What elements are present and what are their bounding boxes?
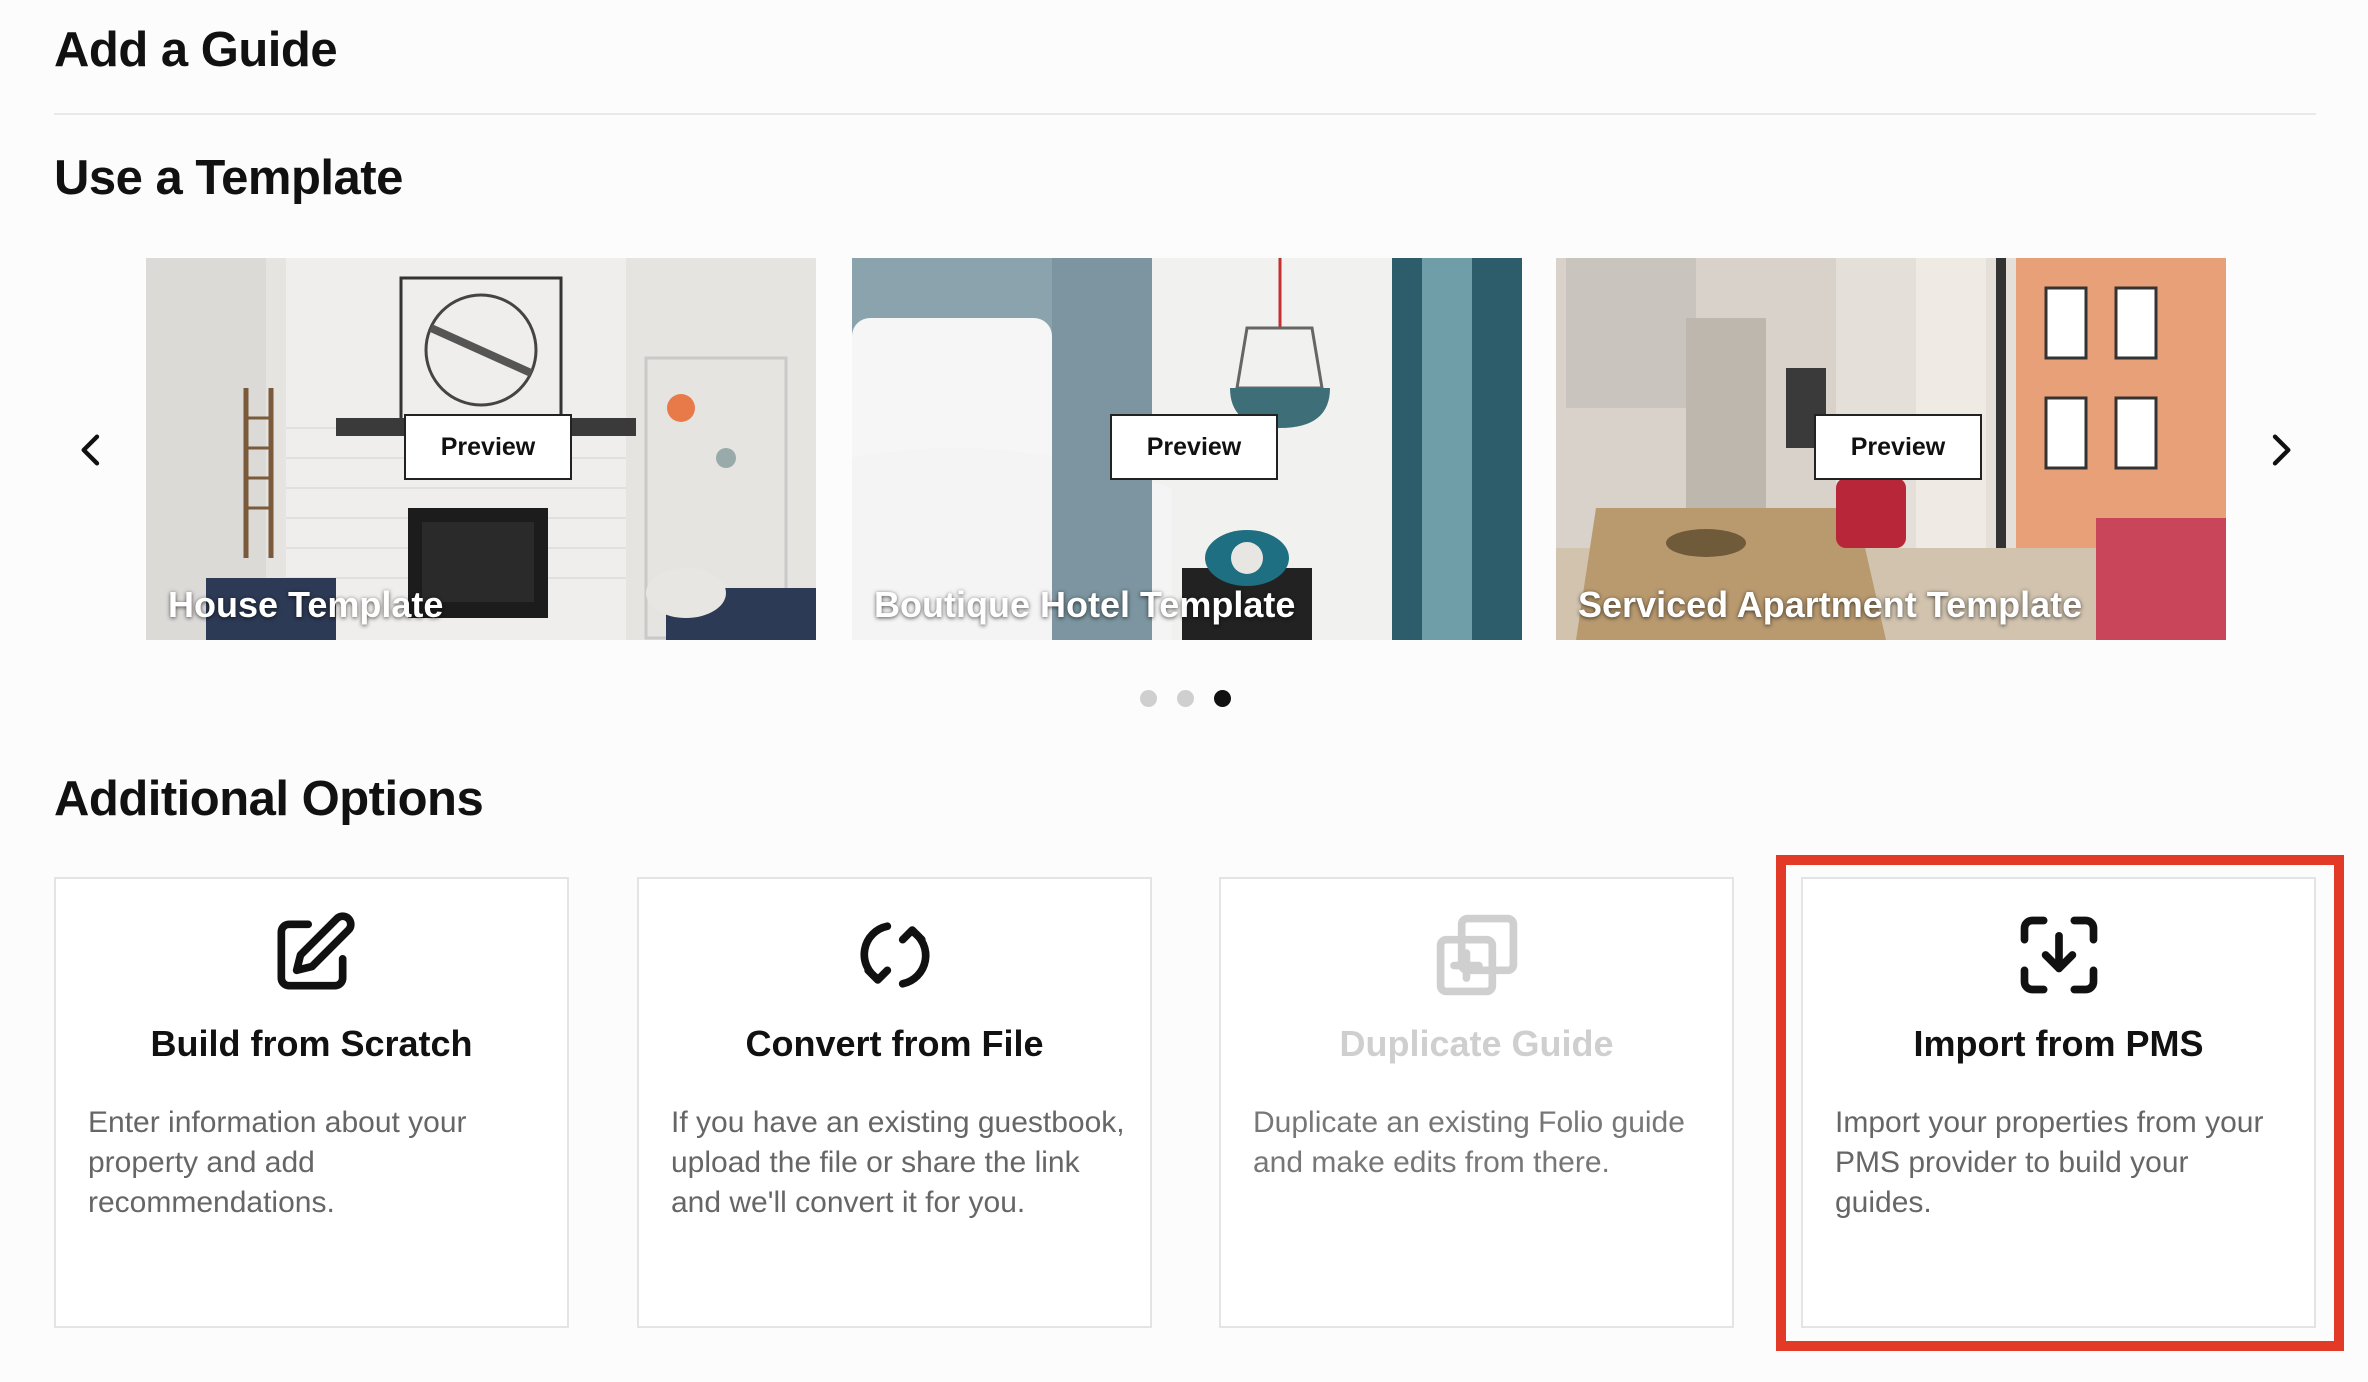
carousel-dot-2[interactable]: [1177, 690, 1194, 707]
carousel-next-button[interactable]: [2250, 420, 2310, 480]
option-title: Duplicate Guide: [1339, 1023, 1614, 1064]
page-title: Add a Guide: [54, 23, 338, 77]
chevron-left-icon: [81, 434, 100, 466]
option-description: Enter information about your property an…: [88, 1106, 467, 1219]
preview-button[interactable]: Preview: [1110, 414, 1278, 480]
option-description: Import your properties from your PMS pro…: [1835, 1106, 2264, 1219]
option-description: Duplicate an existing Folio guide and ma…: [1253, 1106, 1685, 1179]
template-card-serviced-apartment[interactable]: Preview Serviced Apartment Template: [1556, 258, 2226, 640]
option-title: Build from Scratch: [150, 1023, 473, 1064]
convert-icon: [849, 909, 941, 1001]
divider: [54, 113, 2316, 115]
option-import-from-pms[interactable]: Import from PMS Import your properties f…: [1801, 877, 2316, 1328]
carousel-dot-1[interactable]: [1140, 690, 1157, 707]
preview-button[interactable]: Preview: [404, 414, 572, 480]
template-card-label: Boutique Hotel Template: [874, 584, 1296, 625]
template-card-house[interactable]: Preview House Template: [146, 258, 816, 640]
template-card-boutique-hotel[interactable]: Preview Boutique Hotel Template: [852, 258, 1522, 640]
template-card-label: Serviced Apartment Template: [1578, 584, 2083, 625]
option-duplicate-guide: Duplicate Guide Duplicate an existing Fo…: [1219, 877, 1734, 1328]
template-card-label: House Template: [168, 584, 444, 625]
option-convert-from-file[interactable]: Convert from File If you have an existin…: [637, 877, 1152, 1328]
edit-icon: [266, 909, 358, 1001]
templates-heading: Use a Template: [54, 151, 403, 205]
import-icon: [2013, 909, 2105, 1001]
option-description: If you have an existing guestbook, uploa…: [671, 1106, 1125, 1219]
option-title: Convert from File: [745, 1023, 1044, 1064]
carousel-prev-button[interactable]: [62, 420, 122, 480]
options-heading: Additional Options: [54, 772, 484, 826]
duplicate-icon: [1431, 909, 1523, 1001]
carousel-pagination: [1140, 690, 1231, 707]
option-build-from-scratch[interactable]: Build from Scratch Enter information abo…: [54, 877, 569, 1328]
chevron-right-icon: [2272, 434, 2291, 466]
option-title: Import from PMS: [1913, 1023, 2204, 1064]
carousel-dot-3[interactable]: [1214, 690, 1231, 707]
preview-button[interactable]: Preview: [1814, 414, 1982, 480]
